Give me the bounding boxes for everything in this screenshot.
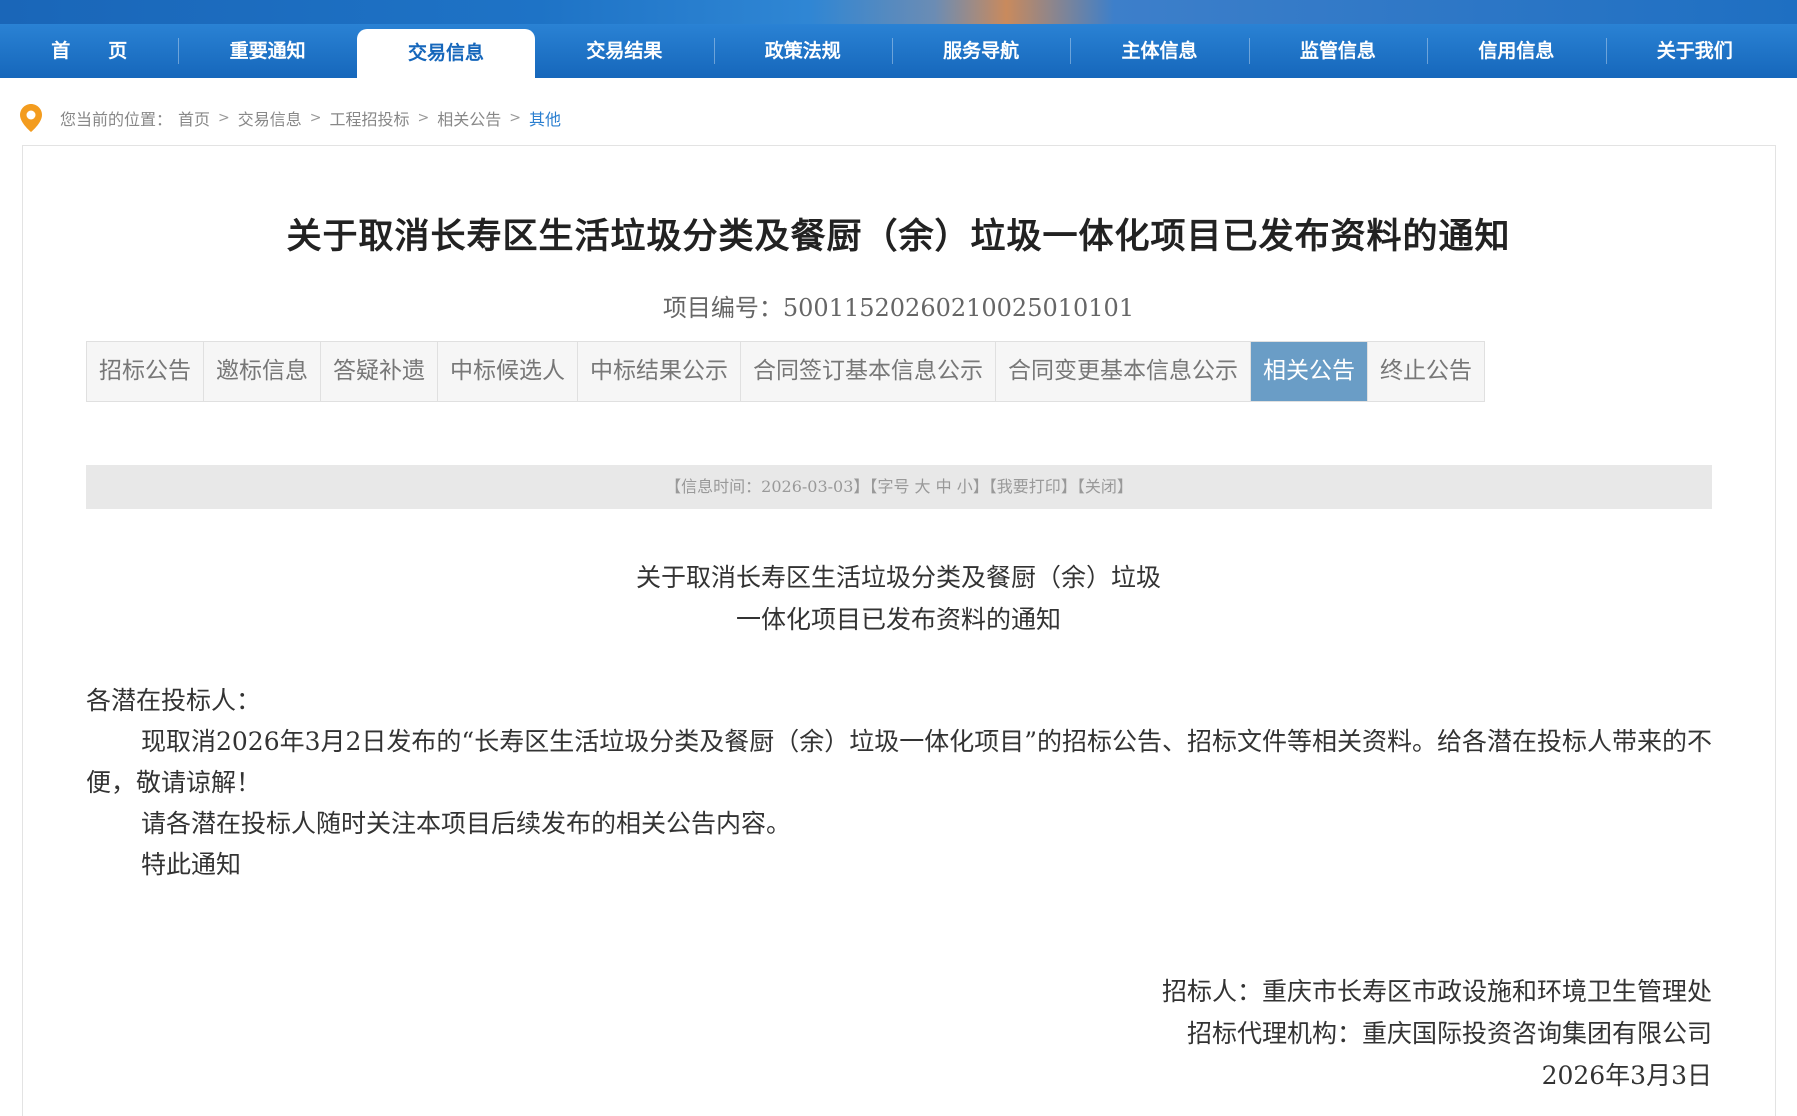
- tab-winning-result[interactable]: 中标结果公示: [578, 342, 741, 401]
- breadcrumb-separator: >: [218, 110, 230, 126]
- subtitle-line-1: 关于取消长寿区生活垃圾分类及餐厨（余）垃圾: [635, 563, 1161, 592]
- tab-invite-info[interactable]: 邀标信息: [204, 342, 321, 401]
- notice-date: 2026年3月3日: [1541, 1061, 1712, 1090]
- tender-agent: 招标代理机构：重庆国际投资咨询集团有限公司: [1186, 1019, 1712, 1048]
- page-title: 关于取消长寿区生活垃圾分类及餐厨（余）垃圾一体化项目已发布资料的通知: [286, 216, 1511, 257]
- subtitle-line-2: 一体化项目已发布资料的通知: [735, 605, 1061, 634]
- font-medium-link[interactable]: 中: [936, 477, 952, 496]
- signature-block: 招标人：重庆市长寿区市政设施和环境卫生管理处 招标代理机构：重庆国际投资咨询集团…: [1162, 971, 1712, 1097]
- tab-tender-notice[interactable]: 招标公告: [87, 342, 204, 401]
- nav-item-important-notice[interactable]: 重要通知: [178, 24, 356, 78]
- nav-item-home[interactable]: 首 页: [0, 24, 178, 78]
- top-banner: [0, 0, 1797, 24]
- font-size-label: 字号: [877, 477, 910, 496]
- nav-item-supervision[interactable]: 监管信息: [1248, 24, 1427, 78]
- location-pin-icon: [20, 104, 42, 132]
- tab-termination-notice[interactable]: 终止公告: [1368, 342, 1485, 401]
- font-small-link[interactable]: 小: [957, 477, 973, 496]
- breadcrumb-bidding[interactable]: 工程招投标: [330, 106, 410, 130]
- nav-item-transaction-result[interactable]: 交易结果: [535, 24, 713, 78]
- info-date: 信息时间：2026-03-03: [681, 477, 854, 496]
- notice-tabs: 招标公告 邀标信息 答疑补遗 中标候选人 中标结果公示 合同签订基本信息公示 合…: [86, 341, 1485, 402]
- article-subtitle: 关于取消长寿区生活垃圾分类及餐厨（余）垃圾 一体化项目已发布资料的通知: [0, 557, 1797, 641]
- nav-item-transaction-info[interactable]: 交易信息: [356, 29, 536, 78]
- bracket: 】【: [853, 477, 878, 496]
- breadcrumb-prefix: 您当前的位置：: [60, 110, 173, 129]
- bracket: 】: [1116, 477, 1133, 496]
- tab-contract-change[interactable]: 合同变更基本信息公示: [996, 342, 1251, 401]
- tab-qa-supplement[interactable]: 答疑补遗: [321, 342, 438, 401]
- paragraph-1: 现取消2026年3月2日发布的“长寿区生活垃圾分类及餐厨（余）垃圾一体化项目”的…: [86, 727, 1713, 797]
- breadcrumb: 您当前的位置： 首页 > 交易信息 > 工程招投标 > 相关公告 > 其他: [20, 100, 567, 136]
- project-number: 项目编号：50011520260210025010101: [662, 294, 1135, 322]
- paragraph-3: 特此通知: [141, 850, 242, 879]
- tab-winning-candidate[interactable]: 中标候选人: [438, 342, 578, 401]
- nav-item-entity-info[interactable]: 主体信息: [1070, 24, 1248, 78]
- bracket: 】【: [972, 477, 997, 496]
- nav-item-credit[interactable]: 信用信息: [1427, 24, 1605, 78]
- tab-contract-signing[interactable]: 合同签订基本信息公示: [741, 342, 996, 401]
- breadcrumb-separator: >: [509, 110, 522, 126]
- nav-item-about[interactable]: 关于我们: [1605, 24, 1784, 78]
- font-large-link[interactable]: 大: [915, 477, 931, 496]
- main-nav: 首 页 重要通知 交易信息 交易结果 政策法规 服务导航 主体信息 监管信息 信…: [0, 24, 1797, 78]
- nav-item-service-guide[interactable]: 服务导航: [891, 24, 1070, 78]
- print-link[interactable]: 我要打印: [997, 477, 1061, 496]
- paragraph-2: 请各潜在投标人随时关注本项目后续发布的相关公告内容。: [141, 809, 792, 838]
- nav-item-policy[interactable]: 政策法规: [713, 24, 892, 78]
- breadcrumb-separator: >: [417, 110, 430, 126]
- breadcrumb-other[interactable]: 其他: [529, 106, 561, 130]
- close-link[interactable]: 关闭: [1085, 477, 1117, 496]
- tenderer: 招标人：重庆市长寿区市政设施和环境卫生管理处: [1161, 977, 1712, 1006]
- tab-related-notice[interactable]: 相关公告: [1251, 342, 1368, 401]
- greeting: 各潜在投标人：: [86, 686, 262, 715]
- bracket: 】【: [1060, 477, 1085, 496]
- bracket: 【: [665, 477, 682, 496]
- article-body: 各潜在投标人： 现取消2026年3月2日发布的“长寿区生活垃圾分类及餐厨（余）垃…: [86, 680, 1712, 885]
- info-bar: 【信息时间：2026-03-03】【字号 大 中 小】【我要打印】【关闭】: [86, 465, 1712, 509]
- breadcrumb-separator: >: [309, 110, 322, 126]
- breadcrumb-related-notice[interactable]: 相关公告: [437, 106, 501, 130]
- breadcrumb-transaction-info[interactable]: 交易信息: [238, 106, 302, 130]
- breadcrumb-home[interactable]: 首页: [178, 106, 210, 130]
